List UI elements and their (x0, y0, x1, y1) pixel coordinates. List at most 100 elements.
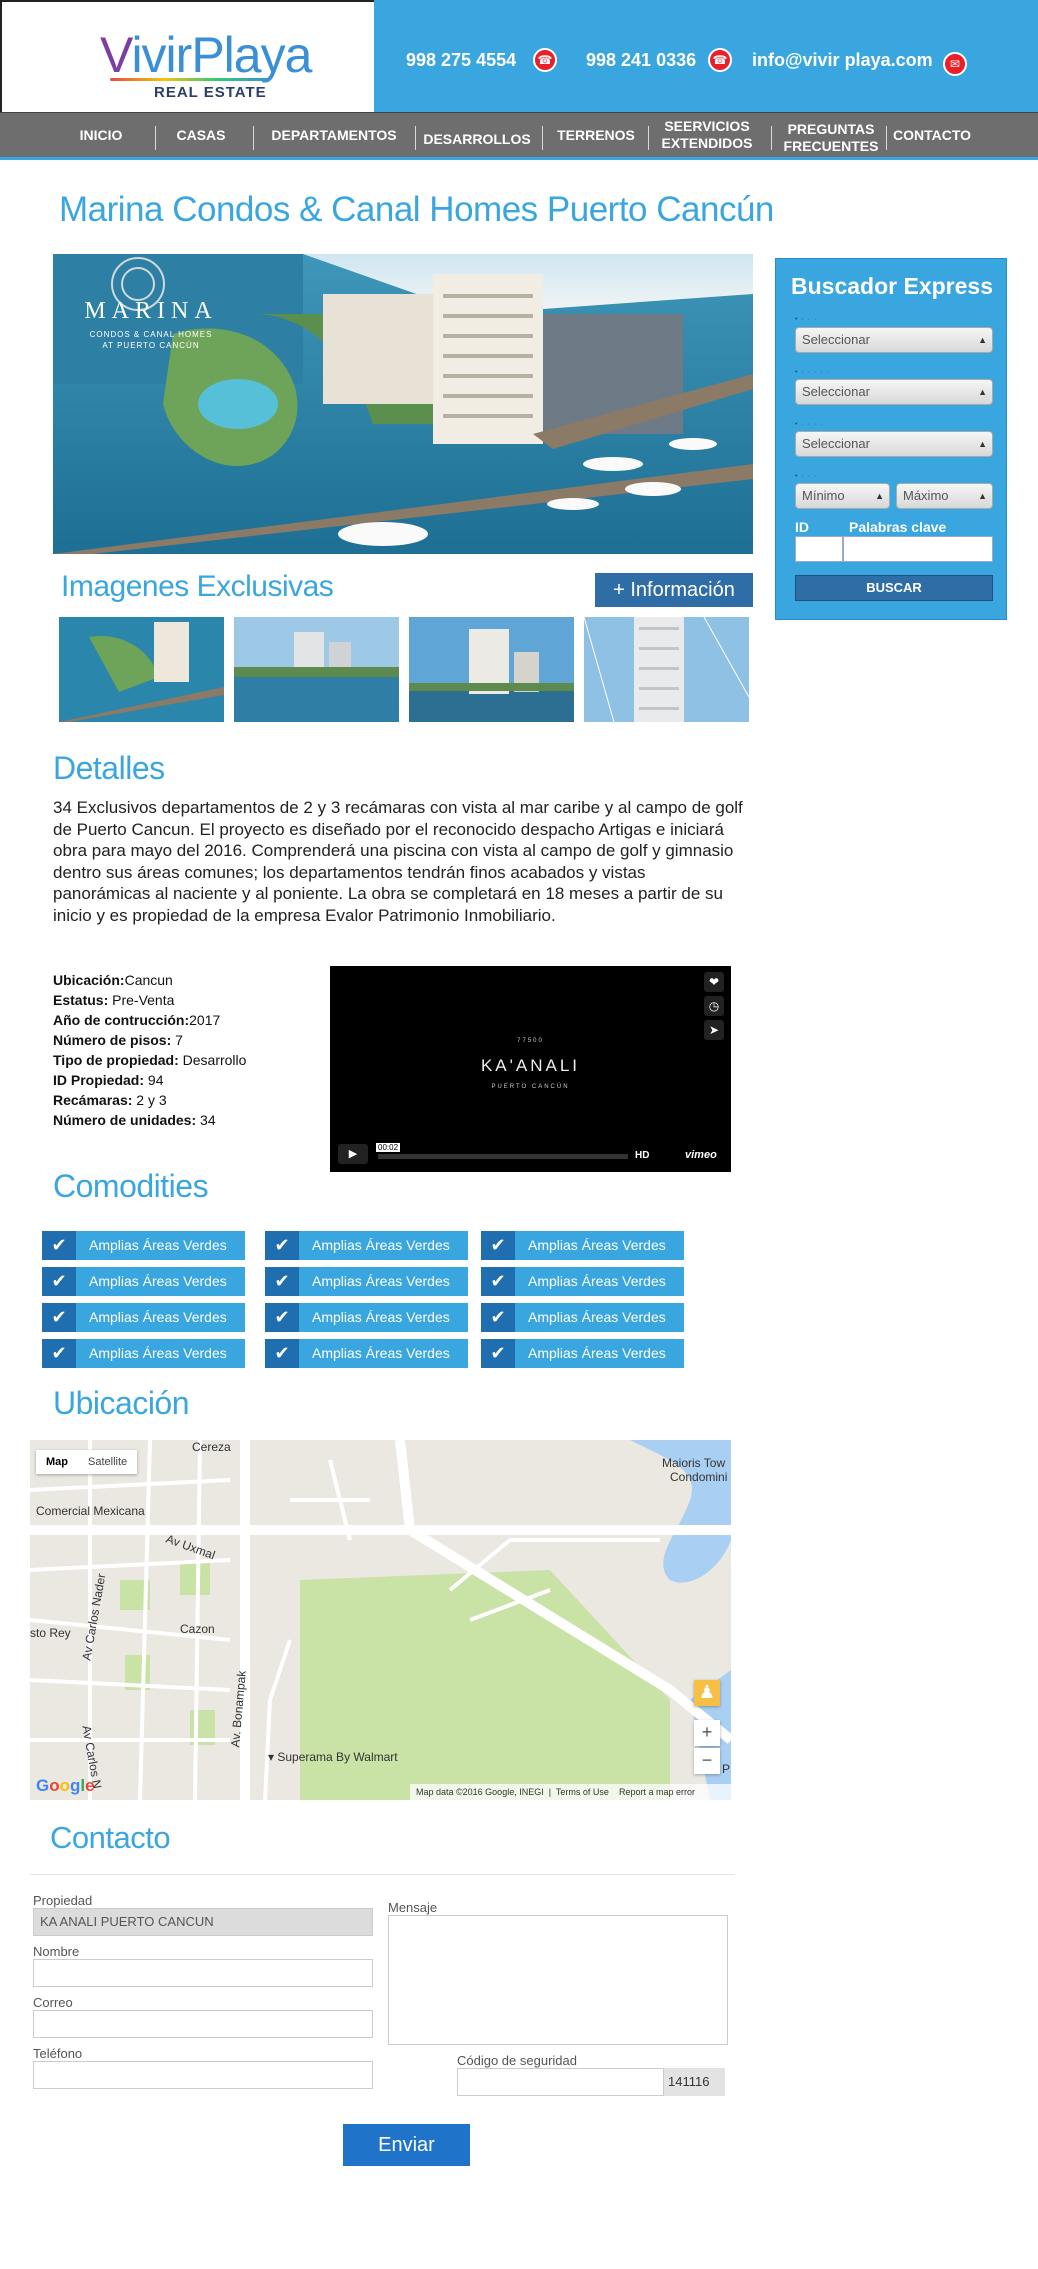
nav-divider (771, 126, 772, 150)
map-label: Cazon (180, 1622, 215, 1636)
phone-1[interactable]: 998 275 4554 (406, 50, 516, 71)
nav-terrenos[interactable]: TERRENOS (548, 113, 644, 157)
phone-icon: ☎ (533, 48, 557, 72)
id-label: ID (795, 519, 809, 535)
nav-departamentos[interactable]: DEPARTAMENTOS (258, 113, 410, 157)
select-2[interactable]: Seleccionar ▲ (795, 379, 993, 405)
video-time: 00:02 (376, 1143, 401, 1152)
map-tab-satellite[interactable]: Satellite (78, 1450, 137, 1474)
amenity-item: ✔ Amplias Áreas Verdes (481, 1231, 684, 1260)
map-label: Comercial Mexicana (36, 1504, 145, 1518)
message-field[interactable] (388, 1915, 728, 2045)
name-label: Nombre (33, 1944, 80, 1959)
email-field[interactable] (33, 2010, 373, 2038)
select-3[interactable]: Seleccionar ▲ (795, 431, 993, 457)
check-icon: ✔ (481, 1231, 515, 1260)
vimeo-logo[interactable]: vimeo (685, 1149, 717, 1161)
email-label: Correo (33, 1995, 73, 2010)
hd-toggle[interactable]: HD (635, 1150, 649, 1161)
phone-field[interactable] (33, 2061, 373, 2089)
nav-casas[interactable]: CASAS (160, 113, 242, 157)
video-top-text: 77500 (517, 1038, 544, 1044)
map-tab-map[interactable]: Map (36, 1450, 78, 1474)
gallery-thumb-4[interactable] (584, 617, 749, 722)
spec-row: Estatus: Pre-Venta (53, 992, 175, 1008)
spec-row: Número de pisos: 7 (53, 1032, 183, 1048)
nav-inicio[interactable]: INICIO (60, 113, 142, 157)
property-label: Propiedad (33, 1893, 93, 1908)
email-link[interactable]: info@vivir playa.com (752, 50, 933, 71)
thumb-image (409, 617, 574, 722)
gallery-thumb-3[interactable] (409, 617, 574, 722)
select-arrow-icon: ▲ (978, 439, 987, 449)
search-button[interactable]: BUSCAR (795, 575, 993, 601)
mail-icon[interactable]: ✉ (943, 52, 967, 76)
terms-link[interactable]: Terms of Use (556, 1787, 609, 1797)
info-button[interactable]: + Información (595, 573, 753, 607)
name-field[interactable] (33, 1959, 373, 1987)
map[interactable]: Map Satellite Cereza Maioris Tow Condomi… (30, 1440, 731, 1800)
submit-button[interactable]: Enviar (343, 2124, 470, 2166)
min-price-select[interactable]: Mínimo ▲ (795, 483, 890, 509)
hero-image[interactable]: MARINA CONDOS & CANAL HOMES AT PUERTO CA… (53, 254, 753, 554)
select-arrow-icon: ▲ (978, 387, 987, 397)
gallery-thumb-2[interactable] (234, 617, 399, 722)
amenity-item: ✔ Amplias Áreas Verdes (42, 1339, 245, 1368)
zoom-out-icon[interactable]: − (694, 1748, 720, 1774)
nav-servicios[interactable]: SEERVICIOS EXTENDIDOS (652, 113, 762, 157)
play-icon[interactable]: ▶ (338, 1144, 368, 1164)
check-icon: ✔ (42, 1231, 76, 1260)
phone-2[interactable]: 998 241 0336 (586, 50, 696, 71)
video-player[interactable]: 77500 KA'ANALI PUERTO CANCÚN ❤ ◷ ➤ ▶ 00:… (330, 966, 731, 1172)
nav-divider (415, 126, 416, 150)
map-label: Cereza (192, 1440, 231, 1454)
check-icon: ✔ (42, 1267, 76, 1296)
select-arrow-icon: ▲ (978, 491, 987, 501)
check-icon: ✔ (42, 1303, 76, 1332)
gallery-thumb-1[interactable] (59, 617, 224, 722)
amenity-item: ✔ Amplias Áreas Verdes (481, 1339, 684, 1368)
check-icon: ✔ (481, 1267, 515, 1296)
dot-marker: • · · · (795, 316, 818, 323)
search-sidebar: Buscador Express • · · · Seleccionar ▲ • … (775, 258, 1007, 620)
amenity-item: ✔ Amplias Áreas Verdes (265, 1231, 468, 1260)
send-icon[interactable]: ➤ (704, 1020, 724, 1040)
nav-divider (886, 126, 887, 150)
like-icon[interactable]: ❤ (704, 972, 724, 992)
zoom-in-icon[interactable]: + (694, 1720, 720, 1746)
hero-brand-label: MARINA CONDOS & CANAL HOMES AT PUERTO CA… (84, 298, 218, 350)
map-type-tabs: Map Satellite (36, 1450, 138, 1474)
nav-divider (253, 126, 254, 150)
nav-preguntas[interactable]: PREGUNTAS FRECUENTES (776, 116, 886, 160)
max-price-select[interactable]: Máximo ▲ (896, 483, 993, 509)
security-code-field[interactable] (457, 2068, 664, 2096)
check-icon: ✔ (42, 1339, 76, 1368)
spec-row: Tipo de propiedad: Desarrollo (53, 1052, 247, 1068)
contact-title: Contacto (50, 1820, 171, 1855)
nav-desarrollos[interactable]: DESARROLLOS (418, 117, 536, 161)
video-subtitle: PUERTO CANCÚN (491, 1084, 570, 1090)
keywords-input[interactable] (843, 536, 993, 562)
select-1[interactable]: Seleccionar ▲ (795, 327, 993, 353)
spec-row: Recámaras: 2 y 3 (53, 1092, 167, 1108)
amenity-item: ✔ Amplias Áreas Verdes (481, 1267, 684, 1296)
id-input[interactable] (795, 536, 843, 562)
map-label: Maioris Tow (662, 1456, 726, 1470)
property-field[interactable]: KA ANALI PUERTO CANCUN (33, 1908, 373, 1936)
pegman-icon[interactable]: ♟ (694, 1680, 720, 1706)
nav-contacto[interactable]: CONTACTO (890, 113, 974, 157)
clock-icon[interactable]: ◷ (704, 996, 724, 1016)
report-link[interactable]: Report a map error (619, 1787, 695, 1797)
keywords-label: Palabras clave (849, 519, 947, 535)
spec-row: Ubicación:Cancun (53, 972, 173, 988)
select-arrow-icon: ▲ (875, 491, 884, 501)
logo[interactable]: VivirPlaya (100, 26, 312, 84)
gallery-title: Imagenes Exclusivas (61, 570, 334, 603)
header-logo-area: VivirPlaya REAL ESTATE (0, 0, 374, 112)
divider (30, 1874, 735, 1875)
check-icon: ✔ (265, 1267, 299, 1296)
page-title: Marina Condos & Canal Homes Puerto Cancú… (59, 190, 774, 229)
google-logo[interactable]: Google (36, 1776, 95, 1796)
video-progress-bar[interactable] (378, 1154, 628, 1159)
map-label: ▾ Superama By Walmart (268, 1750, 398, 1764)
